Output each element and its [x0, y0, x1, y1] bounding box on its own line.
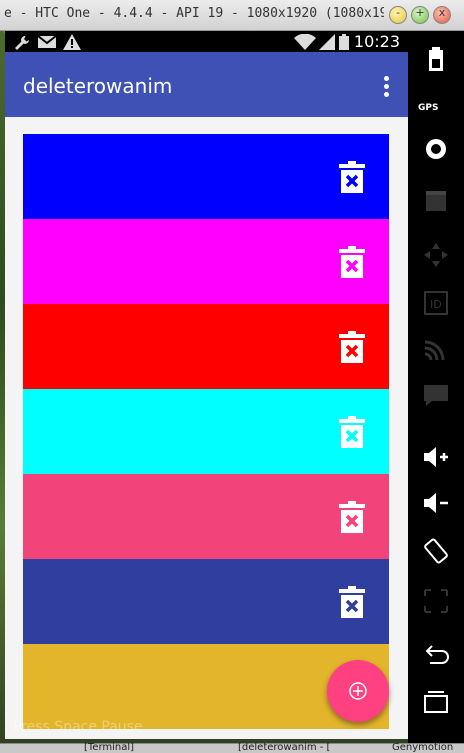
dpad-icon[interactable] — [422, 241, 450, 269]
window-title: e - HTC One - 4.4.4 - API 19 - 1080x1920… — [4, 6, 384, 21]
taskbar-item[interactable]: Genymotion — [392, 742, 453, 753]
add-circle-icon — [349, 682, 367, 700]
signal-icon — [319, 34, 335, 50]
phone-screen: 10:23 deleterowanim Press Space Pause — [5, 31, 408, 739]
delete-icon[interactable] — [339, 586, 365, 618]
gps-label[interactable]: GPS — [418, 103, 438, 113]
battery-icon[interactable] — [422, 45, 450, 73]
content-area — [5, 117, 408, 739]
minimize-button[interactable]: - — [389, 6, 407, 24]
svg-text:ID: ID — [430, 298, 442, 311]
wifi-icon — [294, 34, 316, 50]
color-list — [23, 134, 389, 739]
list-item[interactable] — [23, 219, 389, 304]
sms-icon[interactable] — [422, 381, 450, 409]
list-item[interactable] — [23, 389, 389, 474]
maximize-button[interactable]: + — [411, 6, 429, 24]
recents-icon[interactable] — [422, 687, 450, 715]
delete-icon[interactable] — [339, 501, 365, 533]
emulator-titlebar[interactable]: e - HTC One - 4.4.4 - API 19 - 1080x1920… — [0, 0, 464, 31]
delete-icon[interactable] — [339, 246, 365, 278]
status-time: 10:23 — [353, 32, 400, 51]
list-item[interactable] — [23, 134, 389, 219]
list-item[interactable] — [23, 474, 389, 559]
scale-icon[interactable] — [422, 587, 450, 615]
add-fab-button[interactable] — [327, 660, 389, 722]
delete-icon[interactable] — [339, 331, 365, 363]
warning-icon — [63, 34, 81, 50]
emulator-side-panel: GPS ID — [408, 31, 464, 743]
video-icon[interactable] — [422, 187, 450, 215]
app-bar: deleterowanim — [5, 52, 408, 117]
mail-icon — [37, 35, 57, 48]
battery-icon — [339, 34, 349, 50]
wrench-icon — [15, 36, 29, 50]
id-icon[interactable]: ID — [422, 289, 450, 317]
close-button[interactable]: x — [433, 6, 451, 24]
volume-up-icon[interactable] — [422, 443, 450, 471]
taskbar-item[interactable]: [deleterowanim - [ — [238, 742, 330, 753]
app-title: deleterowanim — [23, 74, 173, 98]
overflow-menu-icon[interactable] — [384, 76, 390, 97]
delete-icon[interactable] — [339, 416, 365, 448]
list-item[interactable] — [23, 304, 389, 389]
rotate-icon[interactable] — [422, 537, 450, 565]
status-bar: 10:23 — [5, 31, 408, 52]
cast-icon[interactable] — [422, 335, 450, 363]
volume-down-icon[interactable] — [422, 489, 450, 517]
taskbar-item[interactable]: [Terminal] — [84, 742, 134, 753]
back-icon[interactable] — [422, 641, 450, 669]
delete-icon[interactable] — [339, 161, 365, 193]
camera-icon[interactable] — [422, 135, 450, 163]
ghost-text: Press Space Pause — [13, 719, 143, 735]
list-item[interactable] — [23, 559, 389, 644]
